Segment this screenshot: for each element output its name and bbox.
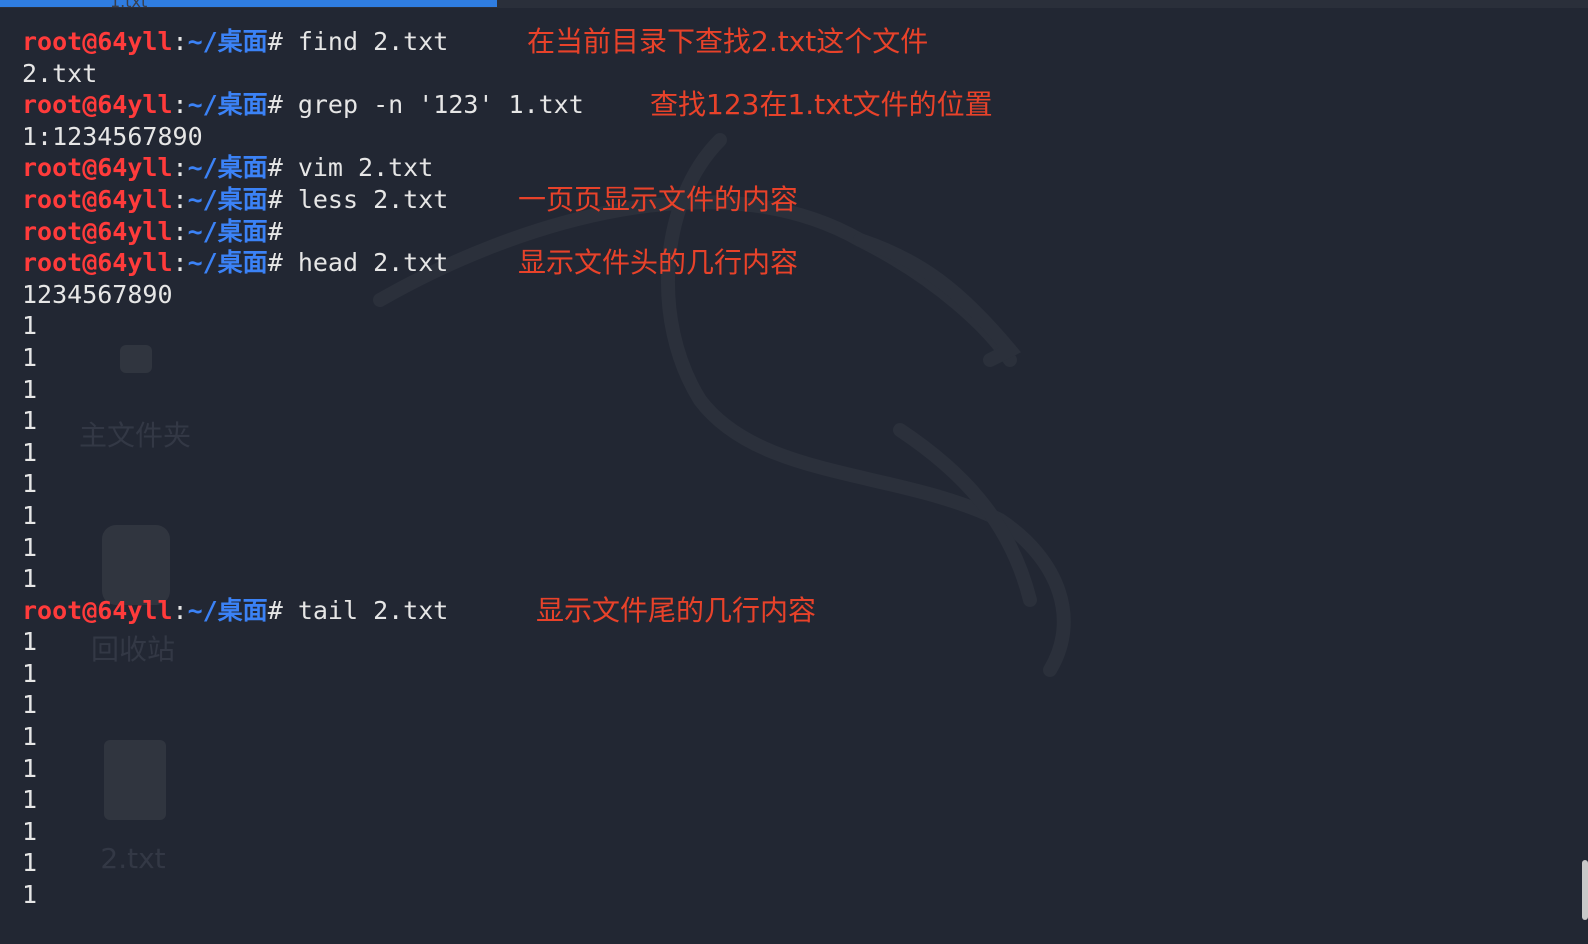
output-line: 1 [22,342,38,372]
prompt-path: ~/桌面 [187,90,268,120]
command-text: tail 2.txt [297,595,449,625]
prompt-hash: # [267,595,283,625]
scrollbar-thumb[interactable] [1582,860,1588,920]
output-line: 1 [22,880,38,910]
prompt-path: ~/桌面 [187,248,268,278]
output-line: 1 [22,406,38,436]
command-text: find 2.txt [297,27,449,56]
output-line: 1 [22,627,38,657]
command-text: vim 2.txt [297,153,434,183]
output-line: 1 [22,690,38,720]
prompt-hash: # [267,27,283,56]
command-text: grep -n '123' 1.txt [297,90,584,120]
prompt-line: root@64yll:~/桌面# vim 2.txt [22,152,584,184]
tab-bar: 1.txt [0,0,1588,11]
prompt-user-host: root@64yll [22,184,173,214]
command-text: less 2.txt [297,184,449,214]
output-line: 1 [22,848,38,878]
prompt-colon: : [172,216,188,246]
output-line: 1 [22,564,38,594]
prompt-line: root@64yll:~/桌面# less 2.txt 一页页显示文件的内容 [22,184,798,216]
output-line: 1 [22,374,38,404]
annotation-note: 查找123在1.txt文件的位置 [650,88,993,122]
prompt-user-host: root@64yll [22,27,173,56]
prompt-line: root@64yll:~/桌面# find 2.txt 在当前目录下查找2.txt… [22,26,928,58]
output-line: 1:1234567890 [22,121,203,151]
annotation-note: 显示文件尾的几行内容 [536,593,817,627]
output-line: 1 [22,437,38,467]
prompt-colon: : [172,27,188,56]
prompt-user-host: root@64yll [22,153,173,183]
prompt-line: root@64yll:~/桌面# grep -n '123' 1.txt 查找12… [22,89,993,121]
prompt-path: ~/桌面 [187,153,268,183]
prompt-user-host: root@64yll [22,595,173,625]
prompt-path: ~/桌面 [187,595,268,625]
prompt-line: root@64yll:~/桌面# [22,216,584,248]
output-line: 1 [22,785,38,815]
prompt-colon: : [172,595,188,625]
output-line: 2.txt [22,58,98,88]
prompt-line: root@64yll:~/桌面# tail 2.txt 显示文件尾的几行内容 [22,595,816,627]
prompt-hash: # [267,153,283,183]
terminal-output[interactable]: root@64yll:~/桌面# find 2.txt 在当前目录下查找2.txt… [22,26,993,911]
prompt-hash: # [267,248,283,278]
active-tab-indicator[interactable] [0,0,497,7]
prompt-colon: : [172,248,188,278]
annotation-note: 显示文件头的几行内容 [518,246,799,280]
prompt-hash: # [267,184,283,214]
annotation-note: 在当前目录下查找2.txt这个文件 [527,25,929,58]
ghost-tab-label: 1.txt [110,0,148,11]
prompt-colon: : [172,153,188,183]
output-line: 1 [22,469,38,499]
prompt-line: root@64yll:~/桌面# head 2.txt 显示文件头的几行内容 [22,247,798,279]
prompt-path: ~/桌面 [187,184,268,214]
output-line: 1234567890 [22,279,173,309]
prompt-path: ~/桌面 [187,27,268,56]
prompt-colon: : [172,184,188,214]
prompt-hash: # [267,216,283,246]
prompt-colon: : [172,90,188,120]
annotation-note: 一页页显示文件的内容 [518,182,799,216]
prompt-hash: # [267,90,283,120]
prompt-user-host: root@64yll [22,216,173,246]
prompt-user-host: root@64yll [22,248,173,278]
output-line: 1 [22,753,38,783]
output-line: 1 [22,311,38,341]
output-line: 1 [22,500,38,530]
command-text: head 2.txt [297,248,449,278]
prompt-path: ~/桌面 [187,216,268,246]
output-line: 1 [22,722,38,752]
prompt-user-host: root@64yll [22,90,173,120]
output-line: 1 [22,532,38,562]
terminal-window[interactable]: 1.txt 主文件夹 回收站 2.txt root@64yll:~/桌面# fi… [0,0,1588,944]
output-line: 1 [22,816,38,846]
output-line: 1 [22,658,38,688]
